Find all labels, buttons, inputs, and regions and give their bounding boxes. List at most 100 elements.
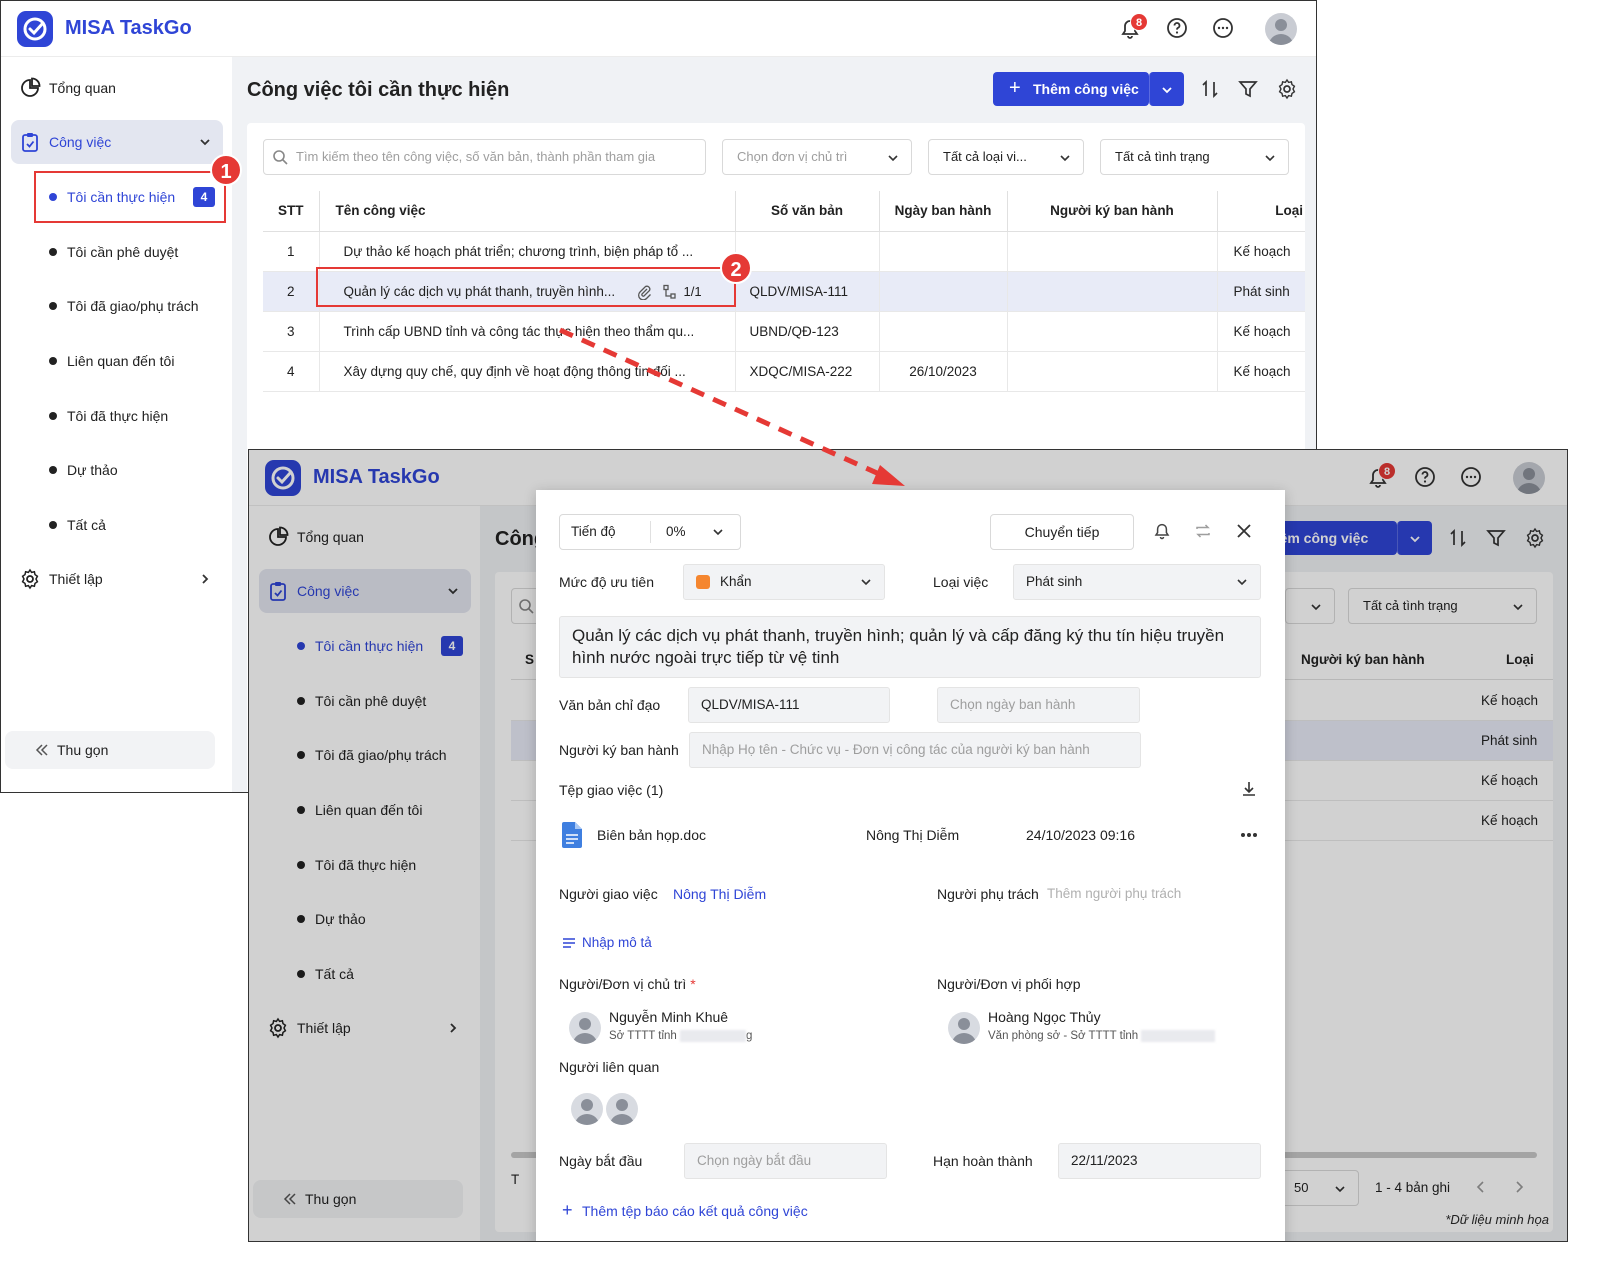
file-name[interactable]: Biên bản họp.doc — [597, 827, 706, 843]
status-select[interactable]: Tất cả tình trạng — [1100, 139, 1289, 175]
host-avatar — [569, 1012, 601, 1044]
settings-icon[interactable] — [1276, 78, 1298, 100]
highlight-box-2 — [316, 267, 736, 307]
add-report-link[interactable]: Thêm tệp báo cáo kết quả công việc — [582, 1203, 808, 1219]
close-icon[interactable] — [1235, 522, 1253, 540]
col-header-stt[interactable]: STT — [263, 191, 320, 232]
collapse-label: Thu gọn — [57, 742, 109, 758]
directive-field[interactable]: QLDV/MISA-111 — [688, 687, 890, 723]
footnote: *Dữ liệu minh họa — [1445, 1212, 1549, 1227]
forward-button[interactable]: Chuyển tiếp — [990, 514, 1134, 550]
app-name: MISA TaskGo — [65, 17, 192, 39]
col-header-issue-date[interactable]: Ngày ban hành — [879, 191, 1008, 232]
sidebar-item-label: Tổng quan — [49, 80, 116, 96]
col-header-type[interactable]: Loại — [1217, 191, 1305, 232]
chevron-down-icon — [1236, 576, 1248, 588]
highlight-box-1 — [34, 171, 226, 223]
logo-icon[interactable] — [17, 11, 53, 47]
table-row[interactable]: 3 Trình cấp UBND tỉnh và công tác thực hi… — [263, 311, 1305, 352]
chevron-down-icon — [1059, 152, 1071, 164]
table-row[interactable]: 1 Dự thảo kế hoạch phát triển; chương trì… — [263, 231, 1305, 272]
responsible-field[interactable]: Thêm người phụ trách — [1047, 886, 1181, 901]
sidebar-item-settings[interactable]: Thiết lập — [11, 557, 223, 601]
file-more-icon[interactable] — [1240, 832, 1258, 838]
clipboard-check-icon — [19, 131, 41, 153]
download-icon[interactable] — [1240, 780, 1258, 798]
related-avatar[interactable] — [571, 1093, 603, 1125]
coord-unit: Văn phòng sở - Sở TTTT tỉnh — [988, 1030, 1216, 1042]
responsible-label: Người phụ trách — [937, 886, 1039, 902]
coord-avatar — [948, 1012, 980, 1044]
help-icon[interactable] — [1164, 15, 1190, 41]
host-label: Người/Đơn vị chủ trì * — [559, 976, 696, 992]
chevron-down-icon — [887, 152, 899, 164]
search-icon — [272, 149, 288, 165]
doc-file-icon — [562, 822, 582, 848]
deadline-field[interactable]: 22/11/2023 — [1058, 1143, 1261, 1179]
bell-icon[interactable] — [1153, 522, 1171, 540]
search-input[interactable]: Tìm kiếm theo tên công việc, số văn bản,… — [263, 139, 706, 175]
work-type-label: Loại việc — [933, 574, 989, 590]
directive-label: Văn bản chỉ đạo — [559, 697, 661, 713]
col-header-name[interactable]: Tên công việc — [319, 191, 736, 232]
related-avatar[interactable] — [606, 1093, 638, 1125]
top-bar: MISA TaskGo 8 — [1, 1, 1316, 57]
progress-value: 0% — [666, 524, 686, 539]
pie-chart-icon — [19, 77, 41, 99]
user-avatar[interactable] — [1265, 13, 1297, 45]
related-label: Người liên quan — [559, 1059, 660, 1075]
priority-select[interactable]: Khẩn — [683, 564, 885, 600]
required-mark: * — [690, 976, 696, 992]
col-header-doc-no[interactable]: Số văn bản — [735, 191, 880, 232]
page-title: Công việc tôi cần thực hiện — [247, 79, 510, 101]
sidebar-item-overview[interactable]: Tổng quan — [11, 66, 223, 110]
deadline-label: Hạn hoàn thành — [933, 1153, 1033, 1169]
coord-name[interactable]: Hoàng Ngọc Thủy — [988, 1009, 1101, 1025]
task-detail-panel: Tiến độ 0% Chuyển tiếp Mức độ ưu tiên Kh… — [536, 490, 1285, 1241]
start-date-label: Ngày bắt đầu — [559, 1153, 643, 1169]
progress-select[interactable]: Tiến độ 0% — [559, 514, 741, 550]
assigner-value[interactable]: Nông Thị Diễm — [673, 886, 766, 902]
screen-detail-view: MISA TaskGo 8 Tổng quan Công việc Tôi cầ… — [248, 449, 1568, 1242]
signer-field[interactable]: Nhập Họ tên - Chức vụ - Đơn vị công tác … — [689, 732, 1141, 768]
type-select[interactable]: Tất cả loại vi... — [928, 139, 1084, 175]
sidebar: Tổng quan Công việc Tôi cần thực hiện 4 … — [1, 57, 232, 792]
priority-color-swatch — [696, 575, 710, 589]
file-time: 24/10/2023 09:16 — [1026, 827, 1135, 843]
sidebar-item-work[interactable]: Công việc — [11, 120, 223, 164]
collapse-button[interactable]: Thu gọn — [5, 731, 215, 769]
progress-label: Tiến độ — [571, 524, 616, 539]
filter-icon[interactable] — [1237, 78, 1259, 100]
table-row[interactable]: 4 Xây dựng quy chế, quy định về hoạt động… — [263, 351, 1305, 392]
more-icon[interactable] — [1210, 15, 1236, 41]
chevron-down-icon — [712, 526, 724, 538]
gear-icon — [19, 568, 41, 590]
host-unit: Sở TTTT tỉnh g — [609, 1030, 753, 1043]
plus-icon: + — [562, 1200, 573, 1220]
double-chevron-left-icon — [35, 744, 49, 756]
chevron-down-icon — [199, 136, 211, 148]
start-date-field[interactable]: Chọn ngày bắt đầu — [684, 1143, 887, 1179]
add-task-button[interactable]: + Thêm công việc — [993, 72, 1149, 106]
notification-badge: 8 — [1130, 13, 1148, 31]
assigner-label: Người giao việc — [559, 886, 658, 902]
description-input[interactable]: Nhập mô tả — [582, 935, 652, 950]
chevron-right-icon — [199, 573, 211, 585]
signer-label: Người ký ban hành — [559, 742, 679, 758]
priority-label: Mức độ ưu tiên — [559, 574, 655, 590]
callout-2: 2 — [720, 252, 752, 284]
host-name[interactable]: Nguyễn Minh Khuê — [609, 1009, 728, 1025]
callout-1: 1 — [210, 154, 242, 186]
add-task-dropdown[interactable] — [1149, 72, 1184, 106]
col-header-signer[interactable]: Người ký ban hành — [1007, 191, 1218, 232]
files-label: Tệp giao việc (1) — [559, 782, 664, 798]
sidebar-item-label: Thiết lập — [49, 571, 103, 587]
chevron-down-icon — [860, 576, 872, 588]
work-type-select[interactable]: Phát sinh — [1013, 564, 1261, 600]
repeat-icon[interactable] — [1194, 522, 1212, 540]
chevron-down-icon — [1264, 152, 1276, 164]
unit-select[interactable]: Chọn đơn vị chủ trì — [722, 139, 912, 175]
issue-date-field[interactable]: Chọn ngày ban hành — [937, 687, 1140, 723]
sort-icon[interactable] — [1199, 78, 1221, 100]
task-title-field[interactable]: Quản lý các dịch vụ phát thanh, truyền h… — [559, 616, 1261, 678]
